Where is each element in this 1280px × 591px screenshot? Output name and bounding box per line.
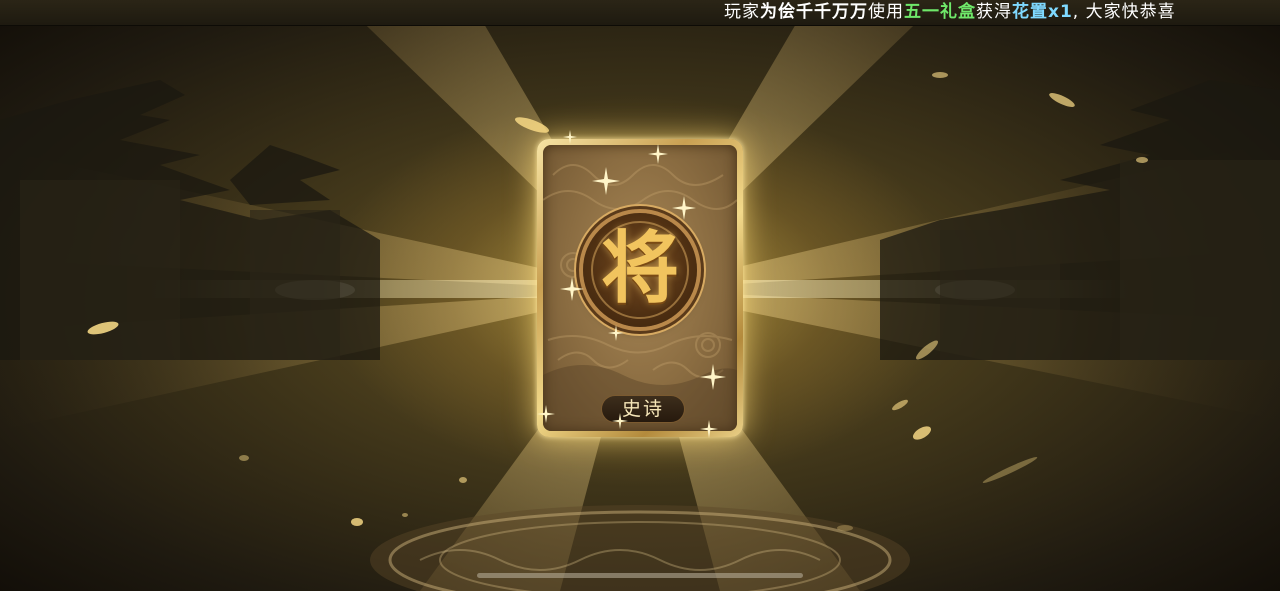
- announcement-text: 玩家为侩千千万万使用五一礼盒获淂花置x1, 大家快恭喜: [724, 2, 1176, 23]
- general-medallion: 将: [583, 213, 697, 327]
- announcement-reward-name: 花置x1: [1012, 2, 1073, 22]
- announcement-obtained: 获淂: [976, 2, 1012, 22]
- reward-reveal-scene: 玩家为侩千千万万使用五一礼盒获淂花置x1, 大家快恭喜 将 史诗: [0, 0, 1280, 591]
- reward-card[interactable]: 将 史诗: [537, 139, 743, 437]
- home-indicator: [477, 573, 803, 578]
- announcement-item-name: 五一礼盒: [904, 2, 976, 22]
- announcement-suffix: , 大家快恭喜: [1072, 2, 1176, 22]
- announcement-verb: 使用: [868, 2, 904, 22]
- rarity-badge: 史诗: [602, 396, 684, 422]
- left-pagoda-silhouette: [0, 80, 380, 360]
- right-pagoda-silhouette: [880, 80, 1280, 360]
- card-face: 将 史诗: [543, 145, 737, 431]
- card-glyph: 将: [600, 223, 679, 314]
- system-announcement-bar: 玩家为侩千千万万使用五一礼盒获淂花置x1, 大家快恭喜: [0, 0, 1280, 26]
- announcement-player-name: 为侩千千万万: [760, 2, 868, 22]
- announcement-prefix: 玩家: [724, 2, 760, 22]
